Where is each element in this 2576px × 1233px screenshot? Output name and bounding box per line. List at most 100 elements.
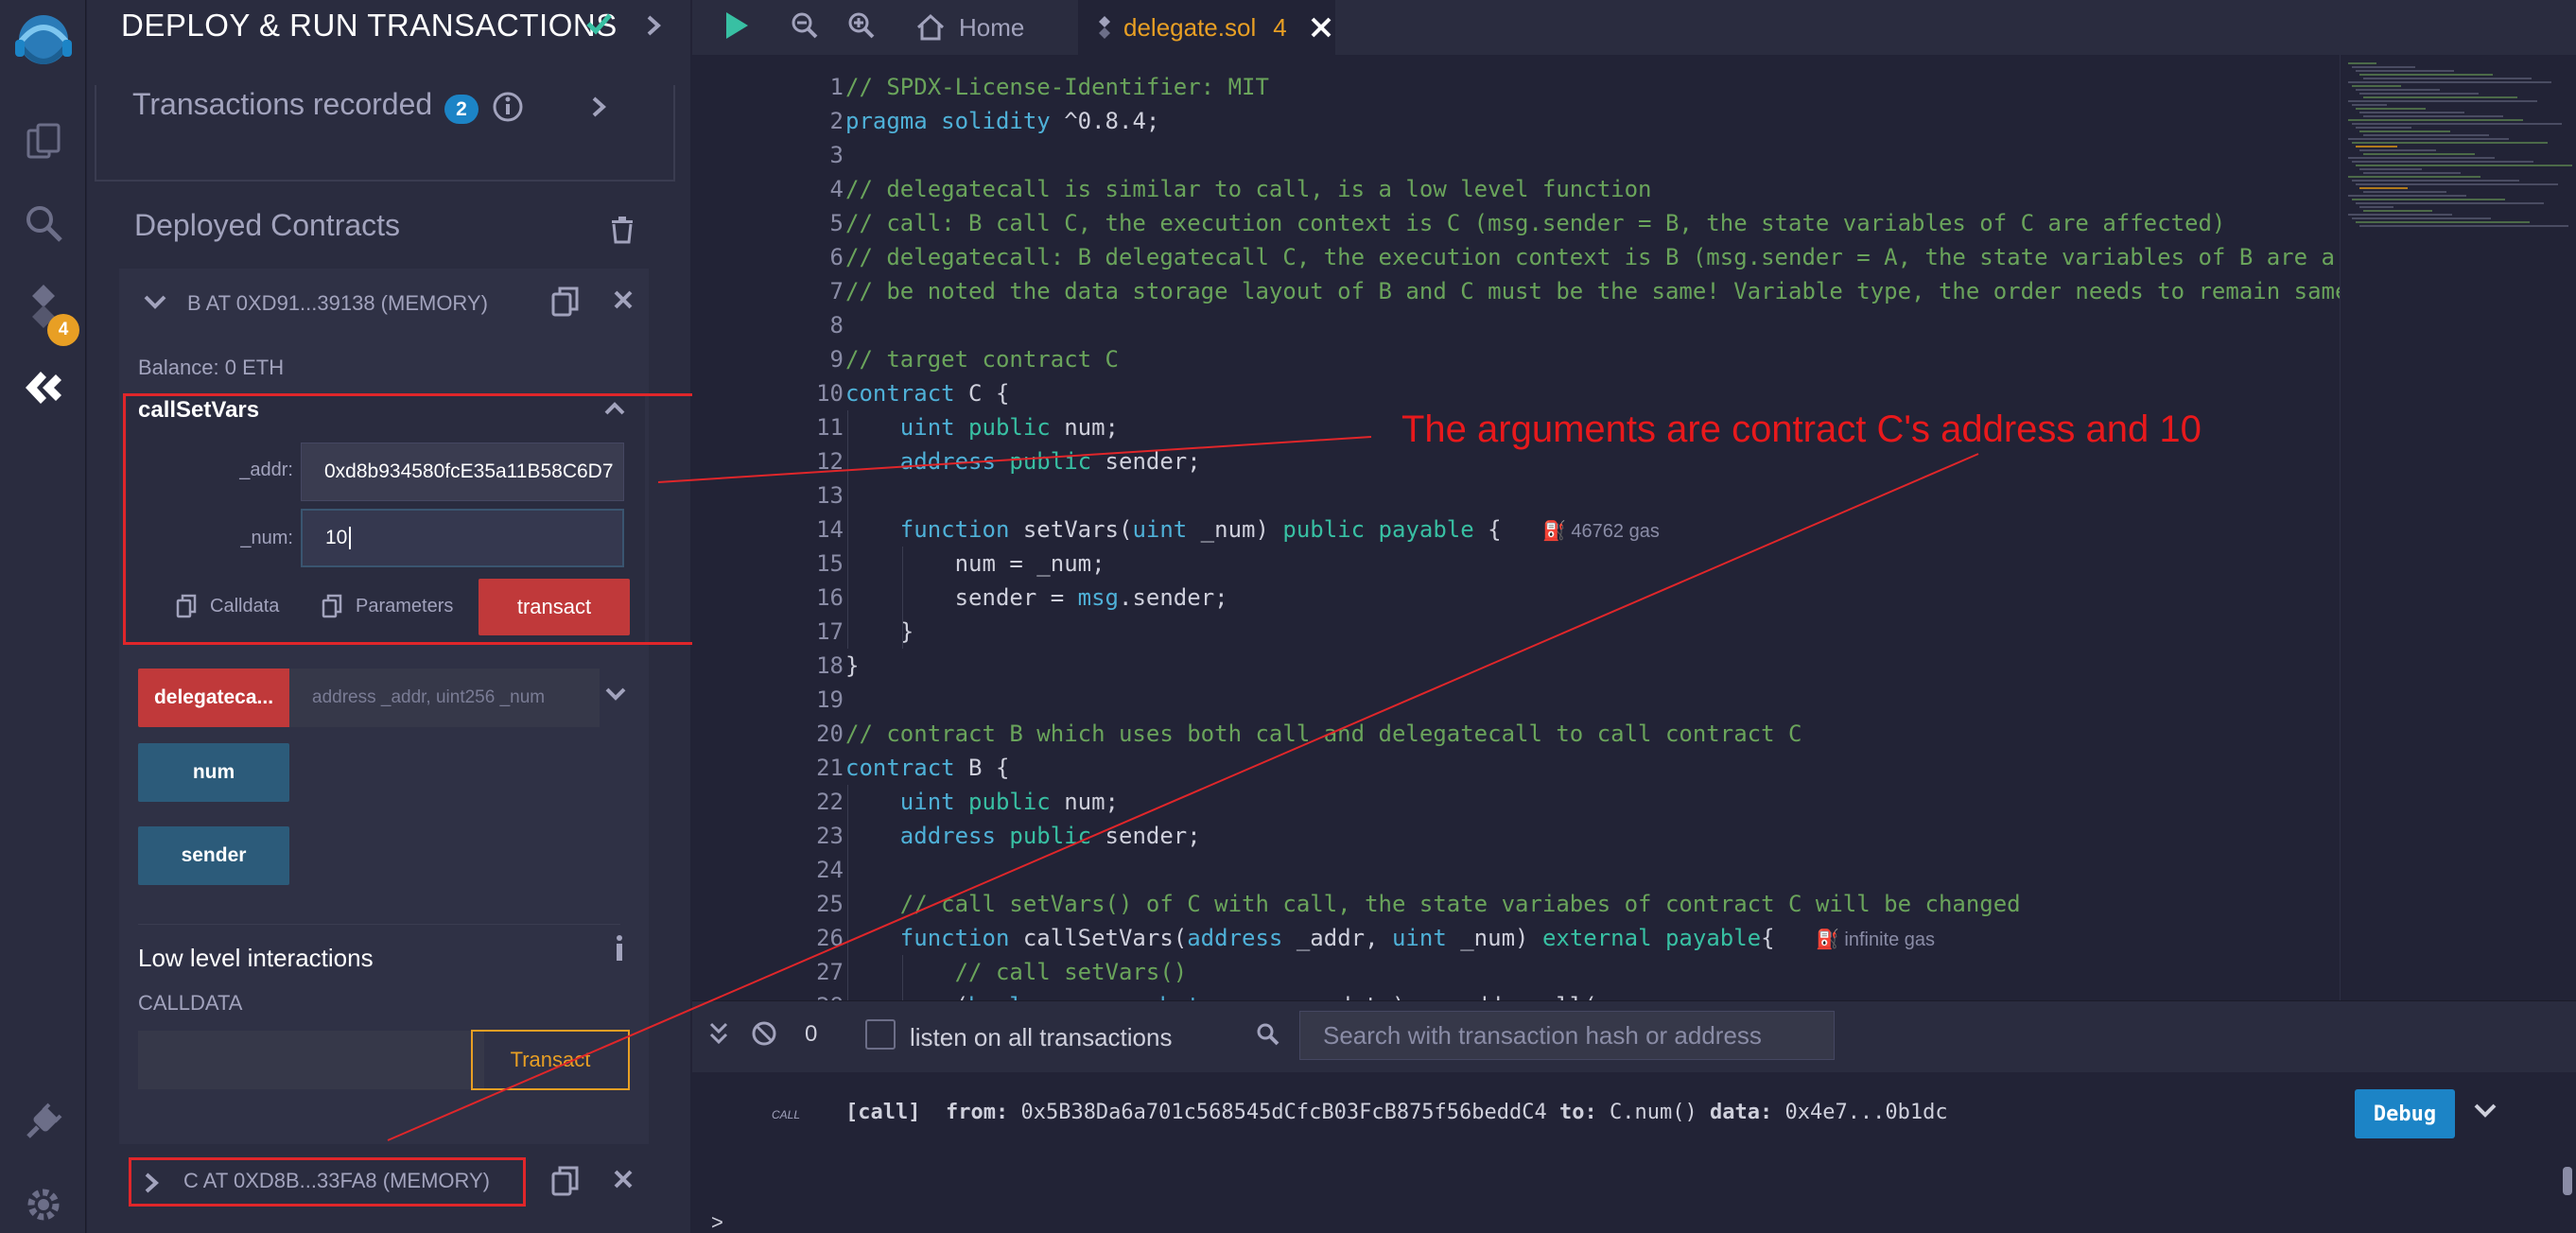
line-number: 6 <box>829 244 844 270</box>
code-line[interactable]: // delegatecall: B delegatecall C, the e… <box>845 240 2335 274</box>
transactions-recorded-label[interactable]: Transactions recorded <box>132 87 432 122</box>
minimap-line <box>2356 221 2530 223</box>
tab-file-label: delegate.sol <box>1123 12 1257 42</box>
minimap-line <box>2348 100 2537 102</box>
trash-icon[interactable] <box>609 216 635 249</box>
code-line[interactable]: function setVars(uint _num) public payab… <box>845 512 1660 547</box>
minimap-line <box>2348 195 2466 197</box>
chevron-right-icon[interactable] <box>643 13 664 43</box>
line-number: 17 <box>816 618 844 645</box>
tab-delegate-sol[interactable]: delegate.sol 4 <box>1078 0 1335 55</box>
settings-gear-icon[interactable] <box>0 1178 86 1231</box>
chevron-down-icon[interactable] <box>142 291 168 319</box>
minimap-line <box>2352 199 2505 200</box>
code-line[interactable]: // call setVars() <box>845 955 1188 989</box>
minimap-line <box>2356 146 2397 148</box>
chevron-down-icon[interactable] <box>2472 1101 2498 1126</box>
minimap-line <box>2352 85 2401 87</box>
info-icon[interactable] <box>492 91 524 128</box>
code-line[interactable]: num = _num; <box>845 547 1105 581</box>
code-line[interactable]: // target contract C <box>845 342 1119 376</box>
code-line[interactable]: // contract B which uses both call and d… <box>845 717 1801 751</box>
code-line[interactable]: address public sender; <box>845 819 1201 853</box>
sender-button[interactable]: sender <box>138 826 289 885</box>
plugin-manager-icon[interactable] <box>0 1093 86 1150</box>
minimap-line <box>2356 183 2558 185</box>
tab-home[interactable]: Home <box>915 0 1024 55</box>
minimap-line <box>2348 138 2509 140</box>
icon-rail: 4 <box>0 0 86 1233</box>
clear-console-icon[interactable] <box>751 1020 777 1051</box>
remix-ide: 4 DEPLOY & RUN TRANSACTIONS Transactions… <box>0 0 2576 1233</box>
calldata-input[interactable] <box>138 1031 484 1089</box>
terminal-scrollbar[interactable] <box>2563 1167 2572 1195</box>
minimap-line <box>2363 115 2503 117</box>
code-line[interactable]: (bool success, bytes memory data) = _add… <box>845 989 1597 1000</box>
zoom-in-icon[interactable] <box>847 11 876 44</box>
code-line[interactable]: // delegatecall is similar to call, is a… <box>845 172 1652 206</box>
zoom-out-icon[interactable] <box>791 11 819 44</box>
terminal-prompt[interactable]: > <box>711 1210 723 1233</box>
code-line[interactable]: // call: B call C, the execution context… <box>845 206 2225 240</box>
code-line[interactable]: contract C { <box>845 376 1009 410</box>
minimap-line <box>2356 127 2411 129</box>
copy-address-icon[interactable] <box>550 286 581 322</box>
code-line[interactable]: pragma solidity ^0.8.4; <box>845 104 1159 138</box>
code-line[interactable]: contract B { <box>845 751 1009 785</box>
code-line[interactable]: } <box>845 649 859 683</box>
num-button[interactable]: num <box>138 743 289 802</box>
contract-b-header[interactable]: B AT 0XD91...39138 (MEMORY) <box>187 291 488 316</box>
minimap-line <box>2356 70 2454 72</box>
close-icon[interactable] <box>1310 16 1332 39</box>
deploy-run-icon[interactable] <box>0 359 86 416</box>
minimap-line <box>2348 176 2480 178</box>
low-level-interactions-title: Low level interactions <box>138 944 374 972</box>
listen-all-label: listen on all transactions <box>910 1023 1173 1051</box>
chevron-down-icon[interactable] <box>603 685 628 710</box>
low-level-transact-button[interactable]: Transact <box>471 1030 630 1090</box>
close-icon[interactable] <box>613 1169 634 1194</box>
indent-guide <box>847 785 848 1000</box>
chevron-right-icon[interactable] <box>588 95 609 124</box>
minimap-line <box>2359 187 2408 189</box>
run-script-icon[interactable] <box>722 9 751 46</box>
search-icon[interactable] <box>0 195 86 252</box>
line-number: 9 <box>829 346 844 373</box>
indent-guide <box>902 955 903 1000</box>
minimap-line <box>2352 142 2548 144</box>
collapse-terminal-icon[interactable] <box>707 1020 730 1051</box>
minimap-line <box>2352 66 2415 68</box>
terminal-log-line[interactable]: [call] from: 0x5B38Da6a701c568545dCfcB03… <box>845 1101 1948 1124</box>
code-line[interactable]: function callSetVars(address _addr, uint… <box>845 921 1935 955</box>
code-editor[interactable]: // SPDX-License-Identifier: MIT pragma so… <box>845 55 2340 1000</box>
code-line[interactable]: } <box>845 615 914 649</box>
minimap-line <box>2352 180 2519 182</box>
delegatecall-args-input[interactable]: address _addr, uint256 _num <box>289 669 600 727</box>
listen-all-checkbox[interactable] <box>865 1019 896 1050</box>
info-icon[interactable] <box>613 934 626 969</box>
code-line[interactable]: // call setVars() of C with call, the st… <box>845 887 2021 921</box>
annotation-highlight-box <box>123 393 728 645</box>
line-number: 8 <box>829 312 844 339</box>
minimap-line <box>2359 130 2450 132</box>
minimap-line <box>2348 119 2523 121</box>
close-icon[interactable] <box>613 289 634 315</box>
minimap[interactable] <box>2340 55 2576 1000</box>
code-line[interactable]: uint public num; <box>845 785 1119 819</box>
minimap-line <box>2352 217 2491 219</box>
copy-address-icon[interactable] <box>550 1165 581 1202</box>
remix-logo-icon[interactable] <box>0 6 86 81</box>
deploy-run-panel: DEPLOY & RUN TRANSACTIONS Transactions r… <box>87 0 774 1233</box>
file-explorer-icon[interactable] <box>0 113 86 170</box>
code-line[interactable]: // SPDX-License-Identifier: MIT <box>845 70 1269 104</box>
delegatecall-button[interactable]: delegateca... <box>138 669 289 727</box>
check-icon <box>584 9 613 43</box>
debug-button[interactable]: Debug <box>2355 1089 2455 1138</box>
terminal-search-input[interactable]: Search with transaction hash or address <box>1299 1011 1835 1060</box>
code-line[interactable]: address public sender; <box>845 444 1201 478</box>
minimap-line <box>2363 96 2517 98</box>
line-number: 12 <box>816 448 844 475</box>
code-line[interactable]: // be noted the data storage layout of B… <box>845 274 2340 308</box>
line-number: 5 <box>829 210 844 236</box>
code-line[interactable]: uint public num; <box>845 410 1119 444</box>
